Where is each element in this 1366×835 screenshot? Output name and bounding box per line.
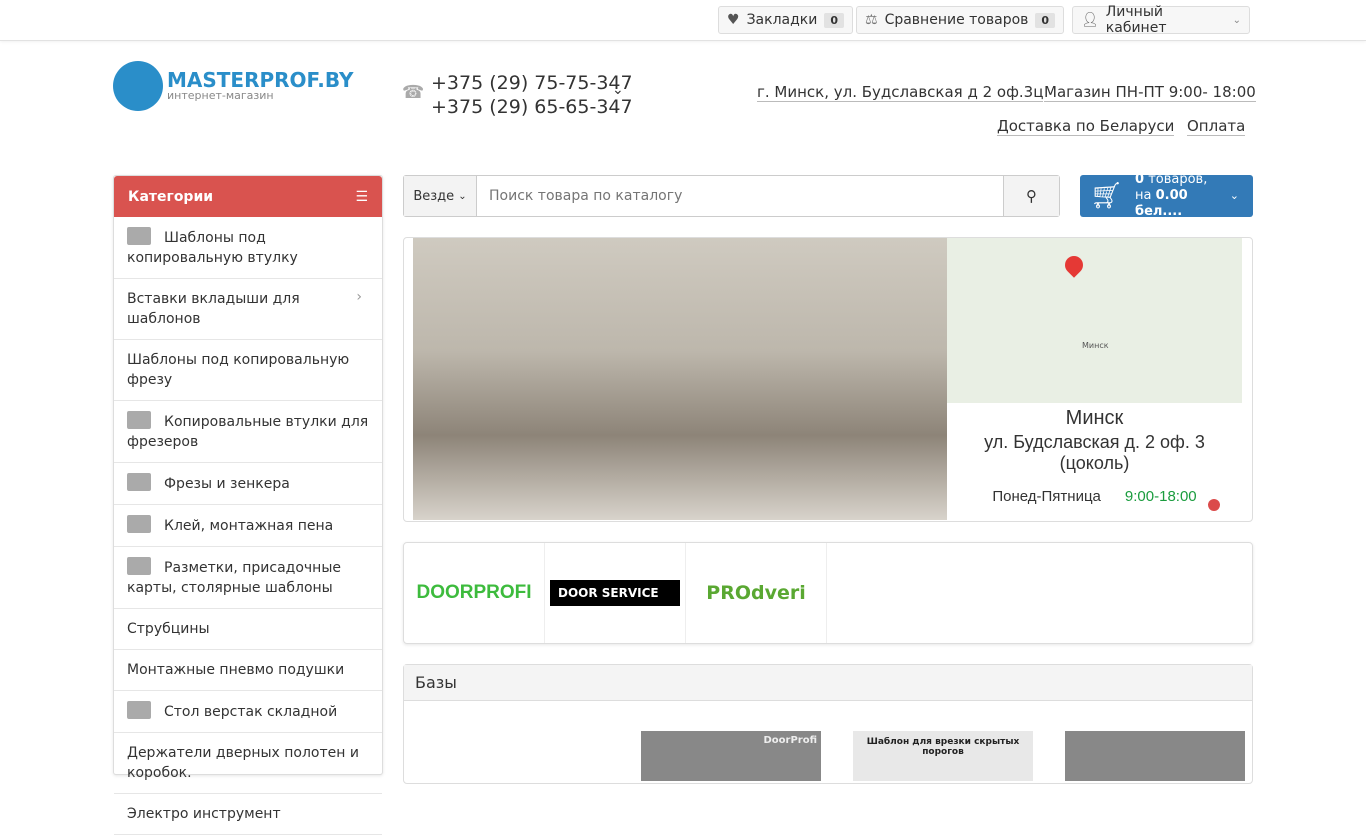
- compare-button[interactable]: ⚖ Сравнение товаров 0: [856, 6, 1065, 34]
- section-bazy: Базы DoorProfi Шаблон для врезки скрытых…: [403, 664, 1253, 784]
- hours-link[interactable]: Магазин ПН-ПТ 9:00- 18:00: [1044, 83, 1256, 102]
- chevron-down-icon: ⌄: [458, 190, 467, 202]
- chevron-down-icon: ⌄: [1232, 14, 1241, 26]
- product-thumb[interactable]: Шаблон для врезки скрытых порогов: [853, 731, 1033, 781]
- phones: +375 (29) 75-75-347 +375 (29) 65-65-347: [431, 72, 633, 118]
- category-item[interactable]: Струбцины: [114, 609, 382, 650]
- category-item[interactable]: Копировальные втулки для фрезеров: [114, 401, 382, 463]
- category-icon: [127, 227, 151, 245]
- category-item[interactable]: Фрезы и зенкера: [114, 463, 382, 505]
- bookmarks-button[interactable]: ♥ Закладки 0: [718, 6, 853, 34]
- brand-doorprofi[interactable]: DOORPROFI: [404, 543, 545, 643]
- category-item[interactable]: Монтажные пневмо подушки: [114, 650, 382, 691]
- category-icon: [127, 515, 151, 533]
- category-icon: [127, 411, 151, 429]
- category-item[interactable]: Шаблоны под копировальную втулку: [114, 217, 382, 279]
- brand-prodveri[interactable]: PROdveri: [686, 543, 827, 643]
- account-button[interactable]: 👤︎ Личный кабинет ⌄: [1072, 4, 1250, 36]
- product-thumb[interactable]: DoorProfi: [641, 731, 821, 781]
- scales-icon: ⚖: [865, 12, 878, 28]
- product-thumb[interactable]: [1065, 731, 1245, 781]
- search-button[interactable]: ⚲: [1003, 176, 1059, 216]
- map-pin-icon: [1061, 252, 1087, 278]
- heart-icon: ♥: [727, 12, 740, 28]
- search-scope-select[interactable]: Везде ⌄: [404, 176, 477, 216]
- user-icon: 👤︎: [1081, 12, 1099, 28]
- top-bar: ♥ Закладки 0 ⚖ Сравнение товаров 0 👤︎ Личный …: [0, 0, 1366, 41]
- search-bar: Везде ⌄ ⚲: [403, 175, 1060, 217]
- category-icon: [127, 473, 151, 491]
- category-item[interactable]: Вставки вкладыши для шаблонов ›: [114, 279, 382, 340]
- payment-link[interactable]: Оплата: [1187, 117, 1246, 136]
- category-item[interactable]: Стол верстак складной: [114, 691, 382, 733]
- category-item[interactable]: Клей, монтажная пена: [114, 505, 382, 547]
- category-item[interactable]: Электро инструмент: [114, 794, 382, 835]
- brands-carousel: DOORPROFI DOOR SERVICE PROdveri: [403, 542, 1253, 644]
- logo-icon: [113, 61, 163, 111]
- category-icon: [127, 557, 151, 575]
- chevron-down-icon: ⌄: [1229, 189, 1239, 202]
- phone-icon: ☎: [402, 82, 425, 103]
- category-item[interactable]: Шаблоны под копировальную фрезу: [114, 340, 382, 401]
- address-link[interactable]: г. Минск, ул. Будславская д 2 оф.3ц: [757, 83, 1044, 102]
- categories-menu: Категории ☰ Шаблоны под копировальную вту…: [113, 175, 383, 835]
- chevron-right-icon: ›: [356, 289, 362, 305]
- brand-door-service[interactable]: DOOR SERVICE: [545, 543, 686, 643]
- category-icon: [127, 701, 151, 719]
- search-input[interactable]: [477, 176, 1003, 216]
- search-icon: ⚲: [1026, 187, 1037, 205]
- category-item[interactable]: Держатели дверных полотен и коробок.: [114, 733, 382, 794]
- store-info: Минск ул. Будславская д. 2 оф. 3 (цоколь…: [947, 403, 1242, 520]
- map-image: Минск: [947, 238, 1242, 403]
- cart-button[interactable]: 🛒︎ 0 товаров, на 0.00 бел.... ⌄: [1080, 172, 1253, 219]
- section-title: Базы: [404, 665, 1252, 701]
- store-photo: [413, 238, 948, 520]
- logo[interactable]: MASTERPROF.BY интернет-магазин: [113, 61, 354, 111]
- phones-dropdown-icon[interactable]: ⌄: [612, 82, 624, 98]
- bookmarks-count: 0: [824, 12, 844, 28]
- delivery-link[interactable]: Доставка по Беларуси: [997, 117, 1175, 136]
- cart-icon: 🛒︎: [1090, 181, 1124, 211]
- banner-slider[interactable]: Минск Минск ул. Будславская д. 2 оф. 3 (…: [403, 237, 1253, 522]
- slider-dot[interactable]: [1208, 499, 1220, 511]
- compare-count: 0: [1035, 12, 1056, 28]
- category-item[interactable]: Разметки, присадочные карты, столярные ш…: [114, 547, 382, 609]
- categories-header[interactable]: Категории ☰: [114, 176, 382, 217]
- menu-icon: ☰: [355, 188, 368, 205]
